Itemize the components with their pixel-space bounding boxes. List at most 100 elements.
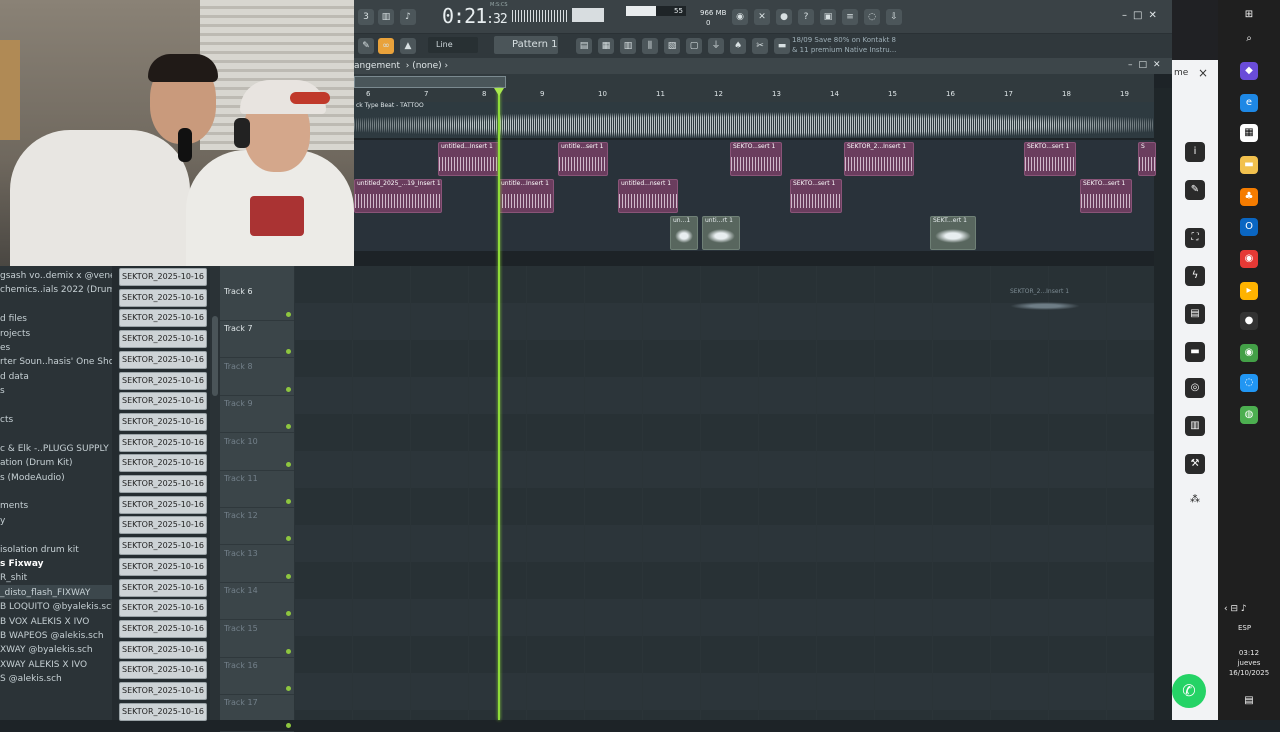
picker-clip[interactable]: SEKTOR_2025-10-16 02-: [119, 330, 207, 349]
layers-icon[interactable]: ▥: [1185, 416, 1205, 436]
audio-clip[interactable]: SEKTOR_2...Insert 1: [844, 142, 914, 176]
help-icon[interactable]: ?: [798, 9, 814, 25]
share-icon[interactable]: ⁂: [1185, 490, 1205, 510]
track-mute-led[interactable]: [286, 424, 291, 430]
window-controls[interactable]: –□✕: [1122, 10, 1163, 21]
browser-item[interactable]: ation (Drum Kit): [0, 457, 73, 469]
save-icon[interactable]: ▣: [820, 9, 836, 25]
audio-clip[interactable]: untitle...Insert 1: [498, 179, 554, 213]
audio-track-main[interactable]: ck Type Beat - TATTOO: [354, 102, 1154, 138]
audio-clip[interactable]: untitled...Insert 1: [438, 142, 500, 176]
edge-icon[interactable]: e: [1240, 94, 1258, 112]
audio-clip[interactable]: untitled...nsert 1: [618, 179, 678, 213]
picker-scroll-thumb[interactable]: [212, 316, 218, 396]
track-header[interactable]: Track 14: [220, 583, 294, 621]
track-mute-led[interactable]: [286, 536, 291, 542]
plugin-icon[interactable]: ⏚: [708, 38, 724, 54]
track-mute-led[interactable]: [286, 648, 291, 654]
picker-clip[interactable]: SEKTOR_2025-10-16 03-: [119, 682, 207, 700]
audio-clip[interactable]: untitle...sert 1: [558, 142, 608, 176]
chrome-icon[interactable]: ◉: [1240, 250, 1258, 268]
rec-mode-icon[interactable]: ♪: [400, 9, 416, 25]
record-app-icon[interactable]: ●: [1240, 312, 1258, 330]
track-header[interactable]: Track 16: [220, 658, 294, 695]
wait-icon[interactable]: ✕: [754, 9, 770, 25]
news-ticker[interactable]: 18/09 Save 80% on Kontakt 8 & 11 premium…: [792, 35, 902, 57]
chat-bubble-icon[interactable]: ▬: [1185, 342, 1205, 362]
browser-item[interactable]: rter Soun..hasis' One Shot Kit: [0, 356, 112, 368]
playlist-vertical-scrollbar[interactable]: [1154, 88, 1172, 720]
playhead[interactable]: [498, 88, 500, 720]
picker-clip[interactable]: SEKTOR_2025-10-16 02-: [119, 433, 207, 452]
bolt-icon[interactable]: ϟ: [1185, 266, 1205, 286]
track-header[interactable]: Track 7: [220, 321, 294, 359]
track-mute-led[interactable]: [286, 386, 291, 392]
track-header[interactable]: Track 8: [220, 359, 294, 396]
track-header[interactable]: Track 15: [220, 621, 294, 658]
picker-clip[interactable]: SEKTOR_2025-10-16 02-: [119, 475, 207, 493]
app-icon[interactable]: ▸: [1240, 282, 1258, 300]
browser-item[interactable]: B VOX ALEKIS X IVO: [0, 616, 89, 628]
windows-start-icon[interactable]: ⊞: [1240, 6, 1258, 24]
picker-clip[interactable]: SEKTOR_2025-10-16 02-: [119, 516, 207, 535]
picker-clip[interactable]: SEKTOR_2025-10-16 02-: [119, 371, 207, 390]
browser-item[interactable]: _disto_flash_FIXWAY: [0, 587, 90, 599]
browser-item[interactable]: XWAY @byalekis.sch: [0, 644, 93, 656]
browser-item[interactable]: rojects: [0, 328, 30, 340]
track-mute-led[interactable]: [286, 723, 291, 729]
metronome-icon[interactable]: ◉: [732, 9, 748, 25]
track-mute-led[interactable]: [286, 349, 291, 355]
broadcast-icon[interactable]: ◎: [1185, 378, 1205, 398]
picker-clip[interactable]: SEKTOR_2025-10-16 03-: [119, 599, 207, 618]
picker-clip[interactable]: SEKTOR_2025-10-16 02-: [119, 495, 207, 514]
browser-item[interactable]: chemics..ials 2022 (Drum Kit): [0, 284, 112, 296]
browser-item[interactable]: c & Elk -..PLUGG SUPPLY: [0, 443, 109, 455]
browser-item[interactable]: cts: [0, 414, 13, 426]
browser-item[interactable]: d files: [0, 313, 27, 325]
picker-clip[interactable]: SEKTOR_2025-10-16 03-: [119, 661, 207, 680]
notification-icon[interactable]: ▤: [1240, 692, 1258, 710]
copilot-icon[interactable]: ◆: [1240, 62, 1258, 80]
playhead-marker[interactable]: [494, 88, 504, 96]
browser-item[interactable]: s (ModeAudio): [0, 472, 65, 484]
audio-clip[interactable]: unti...rt 1: [702, 216, 740, 250]
whatsapp-icon[interactable]: ✆: [1172, 674, 1206, 708]
search-icon[interactable]: ⌕: [1240, 30, 1258, 48]
track-mute-led[interactable]: [286, 312, 291, 317]
browser-item[interactable]: s Fixway: [0, 558, 44, 570]
picker-clip[interactable]: SEKTOR_2025-10-16 02-: [119, 392, 207, 411]
mixer2-icon[interactable]: ⫼: [642, 38, 658, 54]
screenshot-icon[interactable]: ⛶: [1185, 228, 1205, 248]
cut-icon[interactable]: ✂: [752, 38, 768, 54]
playlist-grid[interactable]: [294, 266, 1154, 720]
stamp-icon[interactable]: ▲: [400, 38, 416, 54]
audio-clip[interactable]: SEKTO...sert 1: [1080, 179, 1132, 213]
track-header[interactable]: Track 11: [220, 471, 294, 508]
picker-clip[interactable]: SEKTOR_2025-10-16 02-: [119, 557, 207, 576]
picker-clip[interactable]: SEKTOR_2025-10-16 02-: [119, 288, 207, 307]
track-mute-led[interactable]: [286, 573, 291, 579]
track-mute-led[interactable]: [286, 611, 291, 617]
ghost-clip[interactable]: SEKTOR_2...Insert 1: [1010, 288, 1080, 318]
info-icon[interactable]: i: [1185, 142, 1205, 162]
track-mute-led[interactable]: [286, 686, 291, 691]
browser-item[interactable]: y: [0, 515, 5, 527]
piano-roll-icon[interactable]: ▦: [598, 38, 614, 54]
record-icon[interactable]: ●: [776, 9, 792, 25]
audio-clip[interactable]: untitled_2025_...19_Insert 1: [354, 179, 442, 213]
browser-item[interactable]: S @alekis.sch: [0, 673, 62, 685]
track-header[interactable]: Track 9: [220, 396, 294, 434]
remote-icon[interactable]: ◌: [1240, 374, 1258, 392]
audio-clip[interactable]: SEKTO...sert 1: [1024, 142, 1076, 176]
arrangement-select[interactable]: (none): [412, 61, 441, 71]
browser-item[interactable]: isolation drum kit: [0, 544, 79, 556]
audio-clip[interactable]: un...1: [670, 216, 698, 250]
picker-clip[interactable]: SEKTOR_2025-10-16 03-: [119, 702, 207, 721]
browser-item[interactable]: gsash vo..demix x @venexii]: [0, 270, 112, 282]
track-header[interactable]: Track 13: [220, 546, 294, 583]
track-header[interactable]: Track 12: [220, 508, 294, 546]
link-icon[interactable]: ∞: [378, 38, 394, 54]
picker-clip[interactable]: SEKTOR_2025-10-16 02-: [119, 309, 207, 328]
taskbar-clock[interactable]: 03:12 jueves 16/10/2025: [1226, 648, 1272, 678]
audio-clip[interactable]: SEKTO...sert 1: [730, 142, 782, 176]
